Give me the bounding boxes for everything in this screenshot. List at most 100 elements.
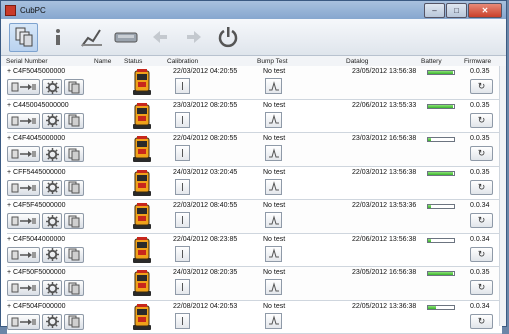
calibration-button[interactable] bbox=[175, 179, 190, 195]
serial-number: + CFF5445000000 bbox=[7, 169, 66, 176]
calibration-date: 22/08/2012 04:20:53 bbox=[173, 303, 237, 310]
firmware-update-button[interactable]: ↻ bbox=[470, 280, 493, 295]
settings-button[interactable] bbox=[42, 113, 62, 129]
settings-button[interactable] bbox=[42, 247, 62, 263]
transfer-button[interactable] bbox=[7, 247, 40, 263]
serial-number: + C4F5044000000 bbox=[7, 236, 65, 243]
bump-test-button[interactable] bbox=[265, 145, 282, 161]
bump-test-button[interactable] bbox=[265, 112, 282, 128]
bump-test-icon bbox=[268, 114, 280, 125]
calibration-date: 22/03/2012 04:20:55 bbox=[173, 68, 237, 75]
firmware-version: 0.0.35 bbox=[470, 68, 489, 75]
transfer-button[interactable] bbox=[7, 213, 40, 229]
bump-test-button[interactable] bbox=[265, 179, 282, 195]
calibration-button[interactable] bbox=[175, 279, 190, 295]
vertical-scrollbar[interactable] bbox=[499, 66, 506, 326]
table-row[interactable]: + C4F5F45000000 bbox=[7, 200, 502, 234]
bump-test-button[interactable] bbox=[265, 279, 282, 295]
header-serial[interactable]: Serial Number bbox=[1, 58, 94, 65]
gas-detector-icon bbox=[131, 236, 153, 264]
copy-button[interactable] bbox=[64, 180, 84, 196]
transfer-button[interactable] bbox=[7, 79, 40, 95]
gas-detector-icon bbox=[131, 169, 153, 197]
app-icon bbox=[5, 5, 16, 16]
gear-icon bbox=[46, 181, 59, 194]
bump-test-status: No test bbox=[263, 303, 285, 310]
transfer-button[interactable] bbox=[7, 146, 40, 162]
calibration-icon bbox=[179, 282, 186, 292]
header-battery[interactable]: Battery bbox=[421, 58, 464, 65]
firmware-update-button[interactable]: ↻ bbox=[470, 180, 493, 195]
table-row[interactable]: + C4F50F5000000 bbox=[7, 267, 502, 301]
gear-icon bbox=[46, 248, 59, 261]
calibration-button[interactable] bbox=[175, 212, 190, 228]
refresh-icon: ↻ bbox=[478, 316, 486, 327]
table-row[interactable]: + C4F5045000000 bbox=[7, 66, 502, 100]
chart-button[interactable] bbox=[77, 23, 106, 52]
copy-button[interactable] bbox=[64, 247, 84, 263]
copy-button[interactable] bbox=[64, 280, 84, 296]
table-row[interactable]: + CFF5445000000 bbox=[7, 167, 502, 201]
bump-test-button[interactable] bbox=[265, 246, 282, 262]
transfer-button[interactable] bbox=[7, 314, 40, 330]
battery-level bbox=[427, 171, 455, 176]
datalog-date: 23/03/2012 16:56:38 bbox=[352, 135, 416, 142]
device-status bbox=[131, 135, 153, 163]
calibration-button[interactable] bbox=[175, 145, 190, 161]
settings-button[interactable] bbox=[42, 146, 62, 162]
copy-button[interactable] bbox=[64, 314, 84, 330]
bump-test-button[interactable] bbox=[265, 78, 282, 94]
power-icon bbox=[217, 26, 239, 48]
transfer-button[interactable] bbox=[7, 113, 40, 129]
copy-button[interactable] bbox=[64, 213, 84, 229]
settings-button[interactable] bbox=[42, 213, 62, 229]
transfer-button[interactable] bbox=[7, 280, 40, 296]
bump-test-button[interactable] bbox=[265, 313, 282, 329]
calibration-button[interactable] bbox=[175, 246, 190, 262]
table-row[interactable]: + C4F4045000000 bbox=[7, 133, 502, 167]
header-firmware[interactable]: Firmware bbox=[464, 58, 504, 65]
firmware-update-button[interactable]: ↻ bbox=[470, 247, 493, 262]
firmware-update-button[interactable]: ↻ bbox=[470, 146, 493, 161]
info-button[interactable] bbox=[43, 23, 72, 52]
firmware-update-button[interactable]: ↻ bbox=[470, 213, 493, 228]
calibration-button[interactable] bbox=[175, 313, 190, 329]
copy-button[interactable] bbox=[64, 146, 84, 162]
device-status bbox=[131, 68, 153, 96]
copy-icon bbox=[68, 181, 80, 194]
settings-button[interactable] bbox=[42, 180, 62, 196]
power-button[interactable] bbox=[213, 23, 242, 52]
firmware-update-button[interactable]: ↻ bbox=[470, 79, 493, 94]
bump-test-icon bbox=[268, 282, 280, 293]
calibration-button[interactable] bbox=[175, 78, 190, 94]
header-datalog[interactable]: Datalog bbox=[346, 58, 421, 65]
header-status[interactable]: Status bbox=[124, 58, 167, 65]
title-bar[interactable]: CubPC – □ ✕ bbox=[1, 1, 506, 19]
firmware-version: 0.0.35 bbox=[470, 102, 489, 109]
settings-button[interactable] bbox=[42, 314, 62, 330]
firmware-update-button[interactable]: ↻ bbox=[470, 314, 493, 329]
datalog-date: 22/03/2012 13:53:36 bbox=[352, 202, 416, 209]
copy-button[interactable] bbox=[64, 79, 84, 95]
bump-test-button[interactable] bbox=[265, 212, 282, 228]
header-bump-test[interactable]: Bump Test bbox=[257, 58, 346, 65]
calibration-button[interactable] bbox=[175, 112, 190, 128]
device-status bbox=[131, 269, 153, 297]
maximize-button[interactable]: □ bbox=[446, 3, 467, 18]
forward-button[interactable] bbox=[179, 23, 208, 52]
close-button[interactable]: ✕ bbox=[468, 3, 502, 18]
devices-button[interactable] bbox=[9, 23, 38, 52]
transfer-icon bbox=[11, 82, 37, 92]
table-row[interactable]: + C4F5044000000 bbox=[7, 234, 502, 268]
header-name[interactable]: Name bbox=[94, 58, 124, 65]
firmware-update-button[interactable]: ↻ bbox=[470, 113, 493, 128]
table-row[interactable]: + C4450045000000 bbox=[7, 100, 502, 134]
transfer-button[interactable] bbox=[7, 180, 40, 196]
settings-button[interactable] bbox=[42, 79, 62, 95]
header-calibration[interactable]: Calibration bbox=[167, 58, 257, 65]
minimize-button[interactable]: – bbox=[424, 3, 445, 18]
back-button[interactable] bbox=[145, 23, 174, 52]
tools-button[interactable] bbox=[111, 23, 140, 52]
settings-button[interactable] bbox=[42, 280, 62, 296]
copy-button[interactable] bbox=[64, 113, 84, 129]
